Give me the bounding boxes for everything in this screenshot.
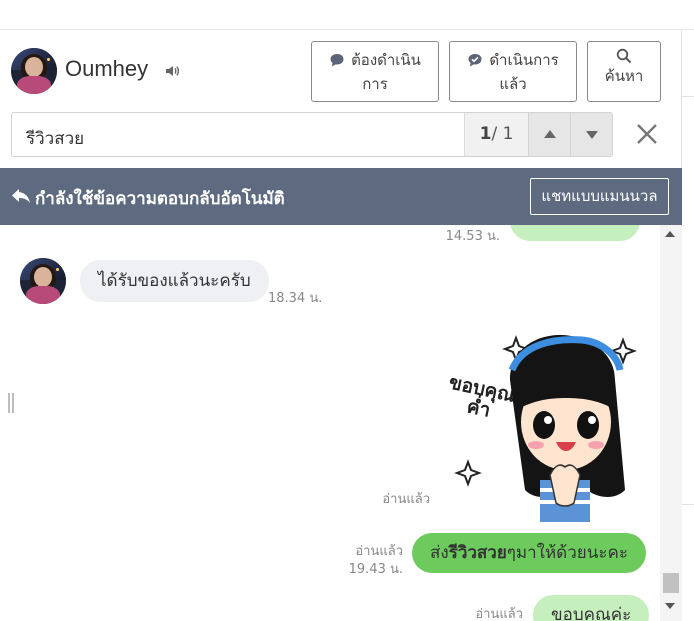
top-strip: [0, 0, 694, 30]
search-label: ค้นหา: [604, 67, 644, 85]
search-current-index: 1: [479, 124, 492, 144]
sticker-read-status: อ่านแล้ว: [382, 492, 430, 507]
search-result-count: 1/ 1: [464, 113, 528, 156]
search-highlight: รีวิวสวย: [448, 543, 507, 563]
message-time-2: 19.43 น.: [348, 562, 403, 577]
chevron-down-icon: [586, 131, 598, 139]
scroll-down-arrow[interactable]: [665, 603, 675, 609]
auto-reply-text: กำลังใช้ข้อความตอบกลับอัตโนมัติ: [35, 189, 285, 209]
chat-scrollbar[interactable]: [660, 225, 682, 621]
chat-window: Oumhey ต้องดำเนิน การ ดำเนินการ แล้ว ค้น…: [0, 0, 694, 621]
message-text-part: ๆมาให้ด้วยนะคะ: [506, 543, 628, 563]
manual-chat-button[interactable]: แชทแบบแมนนวล: [530, 178, 669, 215]
message-read-status-3: อ่านแล้ว: [475, 607, 523, 621]
outgoing-message: ส่งรีวิวสวยๆมาให้ด้วยนะคะ: [412, 533, 646, 573]
message-time: 14.53 น.: [445, 229, 500, 244]
incoming-message: ได้รับของแล้วนะครับ: [80, 260, 269, 302]
thank-you-sticker: ขอบคุณ ค่ำ: [447, 335, 637, 522]
done-button[interactable]: ดำเนินการ แล้ว: [449, 41, 577, 102]
search-bar: รีวิวสวย 1/ 1: [11, 112, 613, 157]
done-label-2: แล้ว: [499, 75, 527, 93]
done-label-1: ดำเนินการ: [489, 51, 559, 69]
message-list: 14.53 น. ได้รับของแล้วนะครับ 18.34 น. ขอ…: [0, 225, 660, 621]
check-bubble-icon: [468, 53, 482, 66]
resize-handle[interactable]: [8, 393, 16, 413]
reply-icon: [12, 189, 30, 203]
chevron-up-icon: [544, 130, 556, 138]
todo-label-1: ต้องดำเนิน: [351, 51, 421, 69]
bubble-tail: [632, 547, 646, 555]
contact-name: Oumhey: [65, 56, 149, 81]
scroll-thumb[interactable]: [663, 573, 679, 593]
right-edge: [682, 30, 694, 621]
todo-button[interactable]: ต้องดำเนิน การ: [311, 41, 439, 102]
chat-bubble-icon: [330, 53, 344, 66]
speaker-icon[interactable]: [164, 63, 180, 79]
search-prev-button[interactable]: [528, 113, 570, 156]
scroll-up-arrow[interactable]: [665, 231, 675, 237]
outgoing-message-3: ขอบคุณค่ะ: [533, 595, 650, 621]
search-icon: [616, 48, 632, 64]
todo-label-2: การ: [362, 75, 388, 93]
contact-avatar-small: [20, 258, 66, 304]
search-input[interactable]: รีวิวสวย: [26, 125, 84, 152]
search-button[interactable]: ค้นหา: [587, 41, 661, 102]
message-bubble-previous: [510, 225, 640, 241]
contact-avatar[interactable]: [11, 48, 57, 94]
close-search-button[interactable]: [634, 121, 660, 147]
message-text-part: ส่ง: [430, 543, 449, 563]
auto-reply-bar: กำลังใช้ข้อความตอบกลับอัตโนมัติ แชทแบบแม…: [0, 168, 682, 225]
search-total: / 1: [491, 124, 514, 144]
incoming-time: 18.34 น.: [268, 291, 323, 306]
search-next-button[interactable]: [570, 113, 612, 156]
